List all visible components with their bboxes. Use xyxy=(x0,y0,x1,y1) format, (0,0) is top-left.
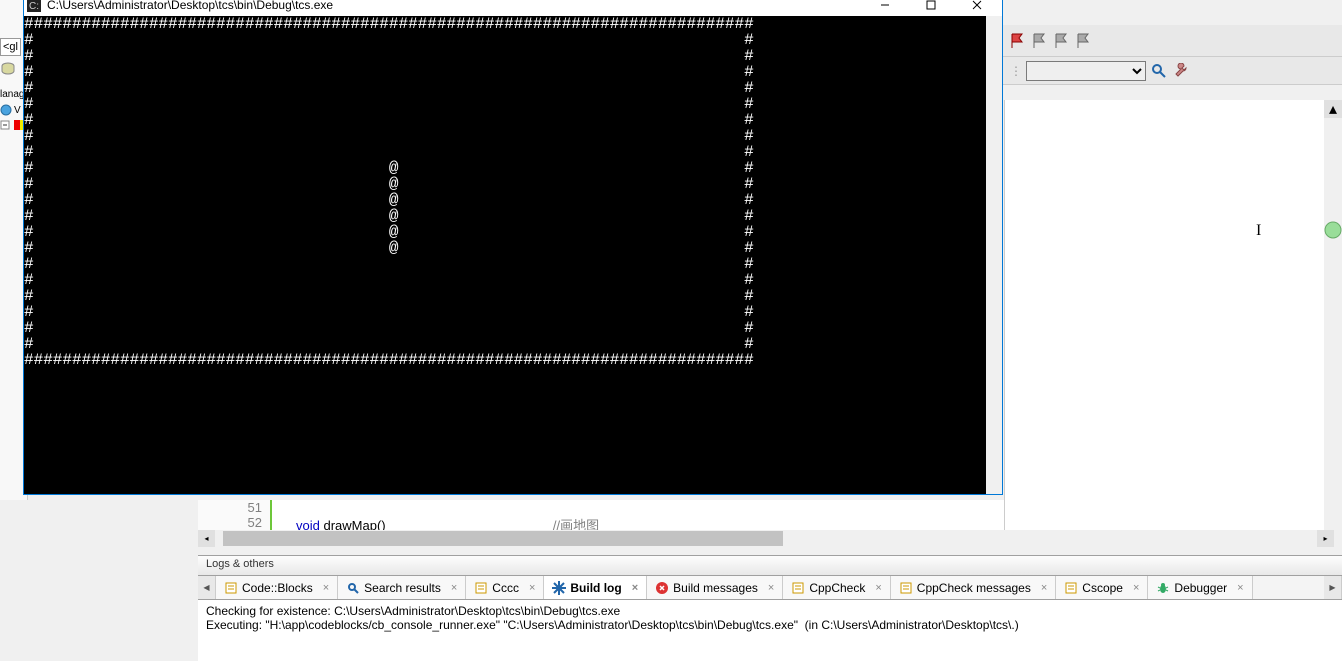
app-icon: C: xyxy=(26,0,42,13)
tab-close-icon[interactable]: × xyxy=(1133,582,1139,594)
scroll-track[interactable] xyxy=(215,530,1317,547)
logs-tab-cppcheck-messages[interactable]: CppCheck messages × xyxy=(891,576,1057,599)
wrench-icon[interactable] xyxy=(1172,62,1190,80)
search-combo[interactable] xyxy=(1026,61,1146,81)
tab-close-icon[interactable]: × xyxy=(1041,582,1047,594)
right-scrollbar[interactable]: ▴ xyxy=(1324,100,1342,540)
notes-icon xyxy=(474,581,488,595)
global-tag: <gl xyxy=(0,38,21,56)
logs-tab-debugger[interactable]: Debugger × xyxy=(1148,576,1252,599)
console-titlebar[interactable]: C: C:\Users\Administrator\Desktop\tcs\bi… xyxy=(24,0,1002,16)
tab-close-icon[interactable]: × xyxy=(323,582,329,594)
tabs-prev-icon[interactable]: ◀ xyxy=(198,576,216,599)
globe-icon xyxy=(0,104,12,116)
console-window: C: C:\Users\Administrator\Desktop\tcs\bi… xyxy=(23,0,1003,495)
maximize-button[interactable] xyxy=(908,0,954,15)
flag-red-icon[interactable] xyxy=(1010,32,1028,50)
tab-label: Debugger xyxy=(1174,581,1227,595)
scroll-thumb[interactable] xyxy=(223,531,783,546)
logs-tab-build-log[interactable]: Build log × xyxy=(544,576,647,599)
flag-grey-icon[interactable] xyxy=(1032,32,1050,50)
db-icon xyxy=(0,62,16,76)
scroll-indicator xyxy=(1324,220,1342,240)
tab-label: CppCheck messages xyxy=(917,581,1031,595)
tabs-next-icon[interactable]: ▶ xyxy=(1324,576,1342,599)
logs-tab-cccc[interactable]: Cccc × xyxy=(466,576,544,599)
logs-tab-code-blocks[interactable]: Code::Blocks × xyxy=(216,576,338,599)
tab-close-icon[interactable]: × xyxy=(529,582,535,594)
close-button[interactable] xyxy=(954,0,1000,15)
search-icon xyxy=(346,581,360,595)
notes-icon xyxy=(899,581,913,595)
tab-label: Build log xyxy=(570,581,621,595)
text-cursor-icon: I xyxy=(1256,222,1261,240)
tab-close-icon[interactable]: × xyxy=(768,582,774,594)
scroll-left-icon[interactable]: ◂ xyxy=(198,530,215,547)
console-output[interactable]: ########################################… xyxy=(24,16,1002,494)
search-icon[interactable] xyxy=(1150,62,1168,80)
minus-box-icon xyxy=(0,120,12,132)
tab-label: Build messages xyxy=(673,581,758,595)
logs-panel: Logs & others ◀ Code::Blocks×Search resu… xyxy=(198,555,1342,661)
console-title: C:\Users\Administrator\Desktop\tcs\bin\D… xyxy=(47,0,862,12)
grip-icon: ⋮ xyxy=(1010,64,1022,78)
logs-tab-cscope[interactable]: Cscope × xyxy=(1056,576,1148,599)
bug-icon xyxy=(1156,581,1170,595)
console-scrollbar[interactable] xyxy=(986,16,1002,494)
logs-title: Logs & others xyxy=(198,556,1342,576)
tab-close-icon[interactable]: × xyxy=(875,582,881,594)
tab-close-icon[interactable]: × xyxy=(632,582,638,594)
editor-hscroll[interactable]: ◂ ▸ xyxy=(198,530,1334,547)
logs-tab-cppcheck[interactable]: CppCheck × xyxy=(783,576,890,599)
ide-search-row: ⋮ xyxy=(1002,57,1342,85)
scroll-right-icon[interactable]: ▸ xyxy=(1317,530,1334,547)
logs-tabs: ◀ Code::Blocks×Search results×Cccc×Build… xyxy=(198,576,1342,600)
ide-editor-blank xyxy=(1004,100,1342,540)
flag-grey-icon[interactable] xyxy=(1054,32,1072,50)
scroll-up-icon[interactable]: ▴ xyxy=(1324,100,1342,118)
error-icon xyxy=(655,581,669,595)
tab-label: CppCheck xyxy=(809,581,865,595)
ide-toolbar-flags xyxy=(1002,25,1342,57)
minimize-button[interactable] xyxy=(862,0,908,15)
notes-icon xyxy=(1064,581,1078,595)
tab-label: Cscope xyxy=(1082,581,1123,595)
tab-label: Code::Blocks xyxy=(242,581,313,595)
gear-icon xyxy=(552,581,566,595)
notes-icon xyxy=(791,581,805,595)
tab-close-icon[interactable]: × xyxy=(451,582,457,594)
tab-label: Search results xyxy=(364,581,441,595)
flag-grey-icon[interactable] xyxy=(1076,32,1094,50)
logs-tab-build-messages[interactable]: Build messages × xyxy=(647,576,783,599)
build-log-output[interactable]: Checking for existence: C:\Users\Adminis… xyxy=(198,600,1342,636)
tab-close-icon[interactable]: × xyxy=(1237,582,1243,594)
tab-label: Cccc xyxy=(492,581,519,595)
logs-tab-search-results[interactable]: Search results × xyxy=(338,576,466,599)
svg-text:C:: C: xyxy=(29,1,39,12)
notes-icon xyxy=(224,581,238,595)
